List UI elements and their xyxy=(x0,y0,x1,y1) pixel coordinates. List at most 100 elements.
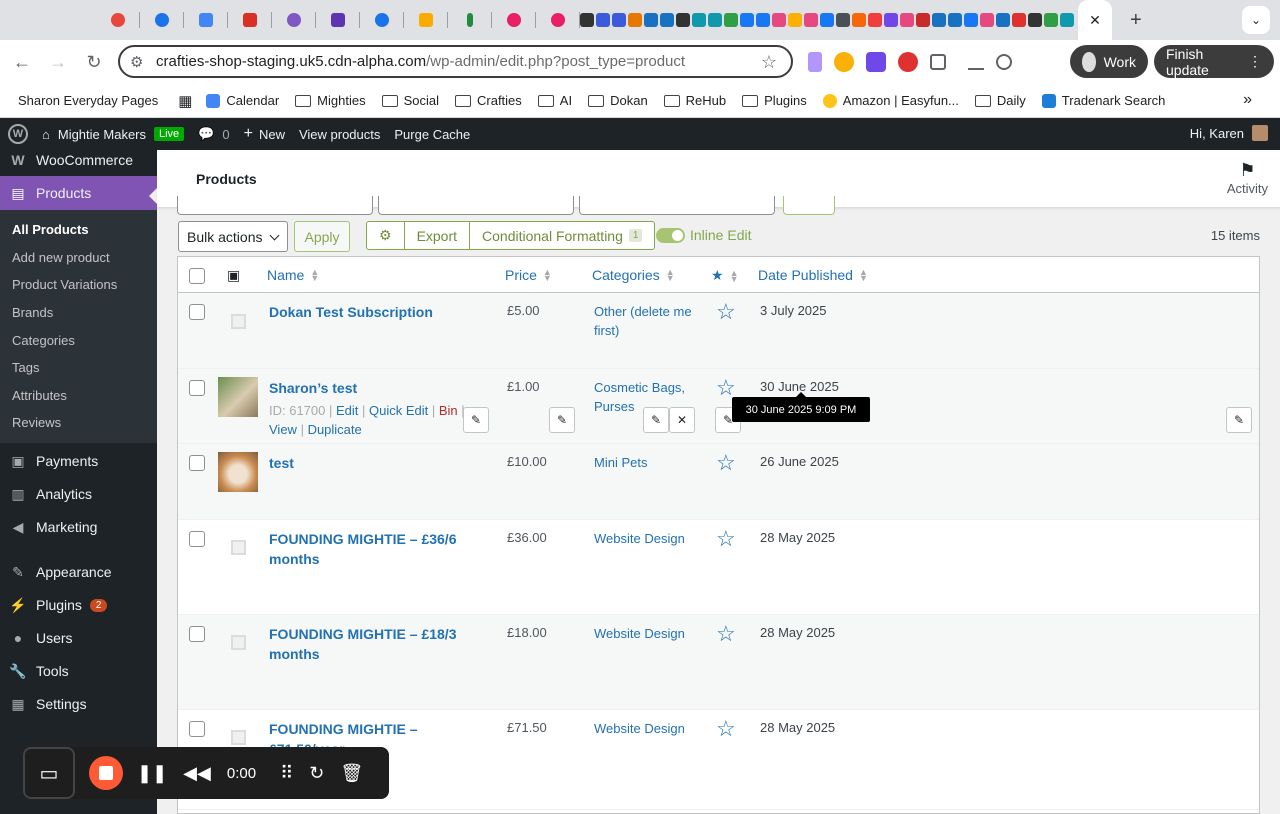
bookmark-folder[interactable]: Crafties xyxy=(455,93,522,108)
bookmark-folder[interactable]: AI xyxy=(537,93,572,108)
browser-tab[interactable] xyxy=(404,0,448,40)
bookmark-folder[interactable]: Social xyxy=(381,93,439,108)
restart-icon[interactable]: ↻ xyxy=(309,763,324,784)
column-name[interactable]: Name ▲ ▼ xyxy=(267,267,319,283)
more-menu-icon[interactable]: ⋮ xyxy=(1248,53,1262,70)
submenu-product-variations[interactable]: Product Variations xyxy=(0,271,157,299)
row-checkbox[interactable] xyxy=(189,379,205,396)
bookmark-folder[interactable]: Plugins xyxy=(742,93,807,108)
apply-button[interactable]: Apply xyxy=(294,221,350,252)
browser-tab[interactable] xyxy=(536,0,580,40)
finish-update-button[interactable]: Finish update ⋮ xyxy=(1154,45,1274,78)
sidebar-item-woocommerce[interactable]: W WooCommerce xyxy=(0,147,157,173)
category-link[interactable]: Website Design xyxy=(594,529,704,548)
row-checkbox[interactable] xyxy=(189,455,205,471)
view-link[interactable]: View xyxy=(269,422,297,437)
wordpress-logo-icon[interactable]: W xyxy=(8,124,28,144)
new-tab-icon[interactable]: + xyxy=(1130,9,1142,32)
clear-x-icon[interactable]: ✕ xyxy=(669,406,695,433)
column-price[interactable]: Price ▲ ▼ xyxy=(505,267,552,283)
filter-dropdown[interactable] xyxy=(177,196,373,215)
bookmark-folder[interactable]: Daily xyxy=(974,93,1026,108)
submenu-categories[interactable]: Categories xyxy=(0,326,157,354)
bookmark-tradenark[interactable]: Tradenark Search xyxy=(1041,93,1165,108)
inline-edit-pencil-icon[interactable]: ✎ xyxy=(643,406,669,433)
performance-icon[interactable] xyxy=(996,54,1012,70)
duplicate-link[interactable]: Duplicate xyxy=(308,422,362,437)
sidebar-item-plugins[interactable]: ⚡ Plugins 2 xyxy=(0,589,157,622)
apps-grid-icon[interactable]: ▦ xyxy=(178,92,192,110)
featured-star-icon[interactable]: ☆ xyxy=(716,526,736,552)
sidebar-item-analytics[interactable]: ▥ Analytics xyxy=(0,478,157,511)
sidebar-item-users[interactable]: ● Users xyxy=(0,622,157,655)
row-checkbox[interactable] xyxy=(189,530,205,547)
forward-icon[interactable]: → xyxy=(40,52,76,73)
comments-link[interactable]: 💬 0 xyxy=(198,126,229,142)
gear-icon[interactable]: ⚙ xyxy=(367,222,404,249)
product-name-link[interactable]: Dokan Test Subscription xyxy=(269,302,479,322)
inline-edit-pencil-icon[interactable]: ✎ xyxy=(549,406,575,433)
product-thumbnail[interactable] xyxy=(218,623,258,663)
sidebar-item-marketing[interactable]: ◀ Marketing xyxy=(0,511,157,544)
bulk-actions-select[interactable]: Bulk actions xyxy=(178,221,288,252)
bookmark-amazon[interactable]: Amazon | Easyfun... xyxy=(822,93,959,108)
pause-icon[interactable]: ❚❚ xyxy=(137,763,167,784)
product-thumbnail[interactable] xyxy=(218,376,258,417)
download-icon[interactable] xyxy=(968,54,984,70)
compressed-tabs[interactable] xyxy=(580,0,1074,40)
tab-search-icon[interactable]: ⌄ xyxy=(1242,6,1270,34)
purge-cache-link[interactable]: Purge Cache xyxy=(394,127,470,142)
browser-tab[interactable] xyxy=(96,0,140,40)
bookmark-item[interactable]: Sharon Everyday Pages xyxy=(18,93,158,108)
category-link[interactable]: Mini Pets xyxy=(594,453,704,472)
bookmark-star-icon[interactable]: ☆ xyxy=(761,52,777,73)
featured-star-icon[interactable]: ☆ xyxy=(716,621,736,647)
back-icon[interactable]: ← xyxy=(4,52,40,73)
product-thumbnail[interactable] xyxy=(218,528,258,568)
featured-star-icon[interactable]: ☆ xyxy=(716,716,736,742)
browser-tab[interactable] xyxy=(360,0,404,40)
site-name-link[interactable]: ⌂ Mightie Makers Live xyxy=(42,127,185,142)
browser-tab[interactable] xyxy=(492,0,536,40)
export-button[interactable]: Export xyxy=(403,222,469,249)
bookmark-folder[interactable]: Mighties xyxy=(295,93,366,108)
filter-dropdown[interactable] xyxy=(378,196,574,215)
select-all-checkbox[interactable] xyxy=(189,268,205,284)
inline-edit-toggle[interactable]: Inline Edit xyxy=(656,227,751,243)
product-thumbnail[interactable] xyxy=(218,301,258,341)
product-name-link[interactable]: test xyxy=(269,453,479,473)
active-browser-tab[interactable]: ✕ xyxy=(1078,0,1112,40)
submenu-brands[interactable]: Brands xyxy=(0,299,157,327)
camera-icon[interactable]: ▭ xyxy=(23,747,75,799)
conditional-formatting-button[interactable]: Conditional Formatting 1 xyxy=(469,222,654,249)
product-name-link[interactable]: Sharon’s test xyxy=(269,378,479,398)
submenu-attributes[interactable]: Attributes xyxy=(0,382,157,410)
toggle-switch[interactable] xyxy=(656,227,685,243)
quick-edit-link[interactable]: Quick Edit xyxy=(369,403,428,418)
browser-tab[interactable] xyxy=(272,0,316,40)
reload-icon[interactable]: ↻ xyxy=(76,52,112,73)
profile-button[interactable]: Work xyxy=(1070,45,1148,78)
new-content-link[interactable]: + New xyxy=(244,125,285,143)
sidebar-item-tools[interactable]: 🔧 Tools xyxy=(0,655,157,688)
product-name-link[interactable]: FOUNDING MIGHTIE – £18/3 months xyxy=(269,624,479,664)
row-checkbox[interactable] xyxy=(189,304,205,320)
account-menu[interactable]: Hi, Karen xyxy=(1190,125,1268,141)
drag-handle-icon[interactable]: ⠿ xyxy=(280,763,293,784)
row-checkbox[interactable] xyxy=(189,720,205,737)
category-link[interactable]: Other (delete me first) xyxy=(594,302,704,340)
more-bookmarks-icon[interactable]: » xyxy=(1243,91,1252,109)
puzzle-icon[interactable] xyxy=(930,54,946,70)
inline-edit-pencil-icon[interactable]: ✎ xyxy=(463,406,489,433)
bookmark-folder[interactable]: ReHub xyxy=(663,93,726,108)
stop-recording-button[interactable] xyxy=(89,756,123,790)
column-featured[interactable]: ★ ▲ ▼ xyxy=(711,267,738,284)
featured-star-icon[interactable]: ☆ xyxy=(716,299,736,325)
browser-tab[interactable] xyxy=(228,0,272,40)
row-checkbox[interactable] xyxy=(189,625,205,642)
extension-icon[interactable] xyxy=(866,52,886,72)
column-date[interactable]: Date Published ▲ ▼ xyxy=(758,267,868,283)
browser-tab[interactable] xyxy=(184,0,228,40)
bin-link[interactable]: Bin xyxy=(439,403,458,418)
edit-link[interactable]: Edit xyxy=(336,403,358,418)
